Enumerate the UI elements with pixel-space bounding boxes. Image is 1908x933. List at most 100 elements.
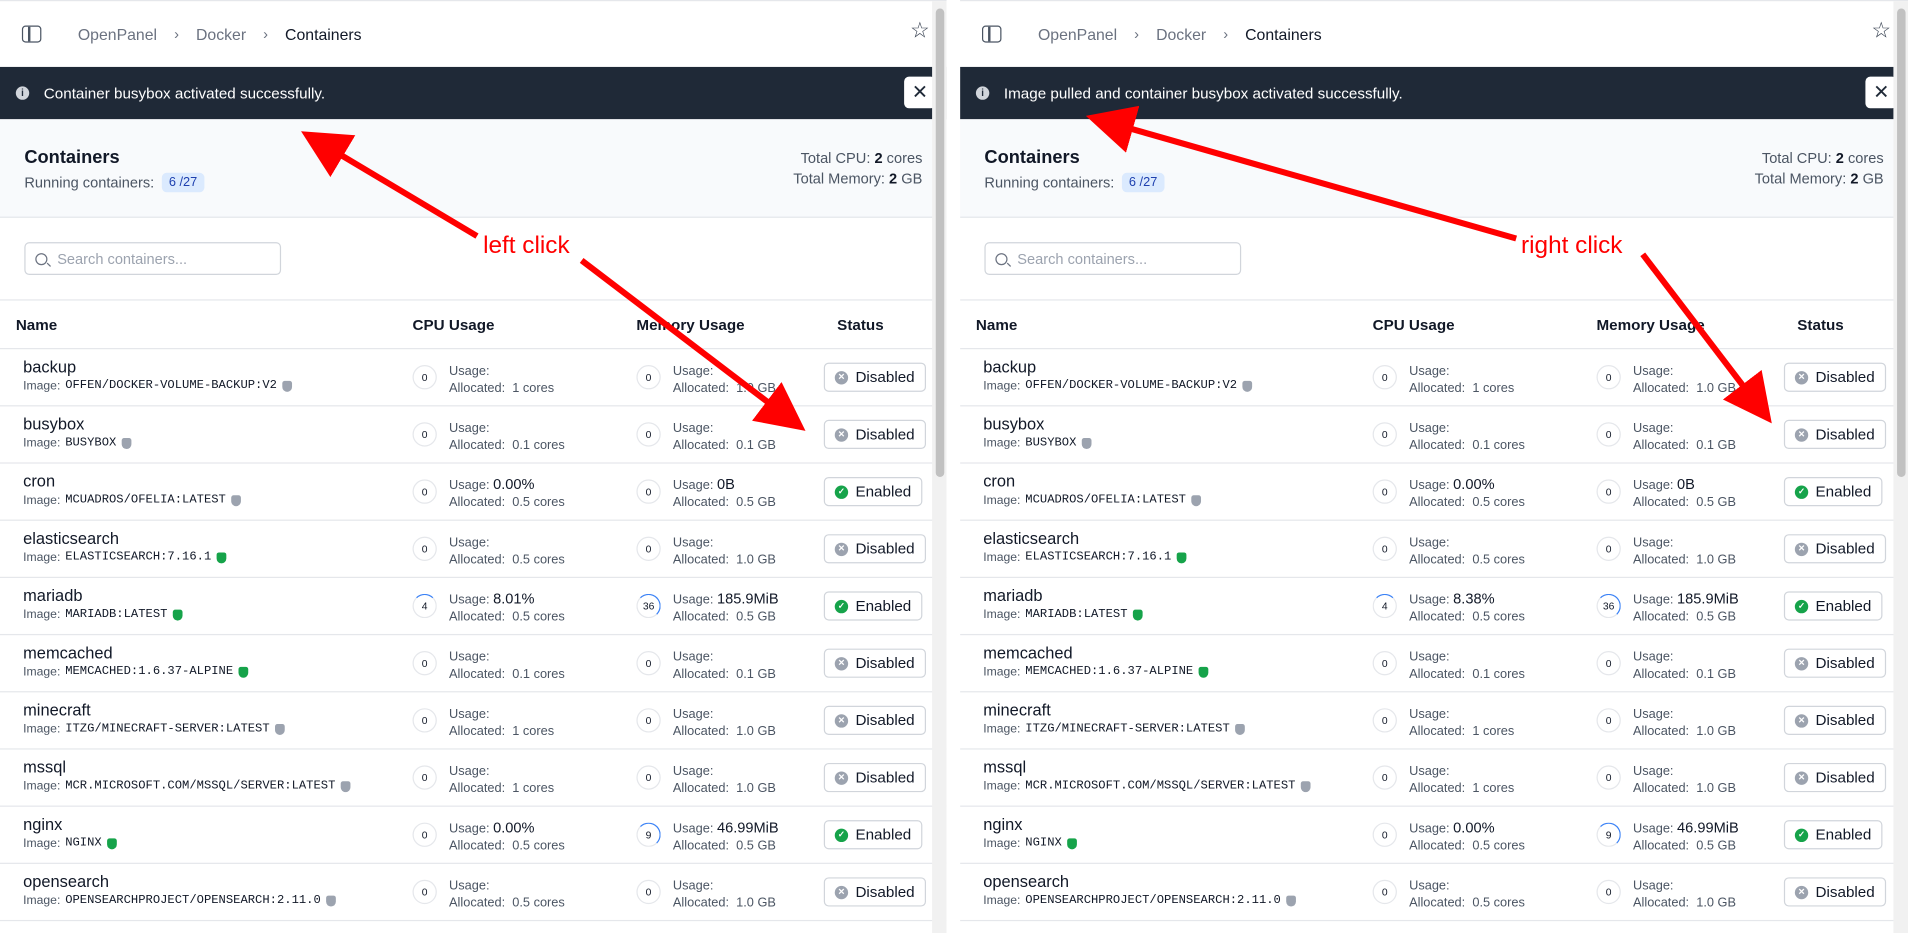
status-toggle-button[interactable]: ✕ Disabled [1783,534,1886,564]
column-status[interactable]: Status [837,316,883,333]
table-row[interactable]: mariadb Image: MARIADB:LATEST 4 Usage: 8… [0,578,947,636]
column-status[interactable]: Status [1797,316,1843,333]
search-box[interactable] [24,242,282,276]
column-name[interactable]: Name [16,316,57,333]
container-name[interactable]: busybox [983,415,1091,433]
search-input[interactable] [57,250,265,268]
status-toggle-button[interactable]: ✓ Enabled [1783,477,1883,507]
column-name[interactable]: Name [976,316,1017,333]
status-toggle-button[interactable]: ✕ Disabled [1783,419,1886,450]
table-row[interactable]: mssql Image: MCR.MICROSOFT.COM/MSSQL/SER… [0,750,947,807]
container-name[interactable]: minecraft [983,701,1244,719]
container-name[interactable]: backup [983,358,1251,376]
table-row[interactable]: elasticsearch Image: ELASTICSEARCH:7.16.… [960,521,1908,578]
table-row[interactable]: nginx Image: NGINX 0 Usage: 0.00% Alloca… [960,807,1908,864]
table-row[interactable]: backup Image: OFFEN/DOCKER-VOLUME-BACKUP… [0,349,947,407]
container-name[interactable]: elasticsearch [23,529,226,547]
table-row[interactable]: busybox Image: BUSYBOX 0 Usage: Allocate… [960,406,1908,464]
resource-totals: Total CPU: 2 cores Total Memory: 2 GB [1755,148,1884,189]
container-name[interactable]: mariadb [23,587,182,605]
memory-usage-value: 0B [716,475,735,493]
status-toggle-button[interactable]: ✓ Enabled [1783,591,1883,621]
scrollbar[interactable] [1893,1,1908,933]
usage-label: Usage: [672,478,714,493]
table-row[interactable]: backup Image: OFFEN/DOCKER-VOLUME-BACKUP… [960,349,1908,407]
breadcrumb-docker[interactable]: Docker [196,25,246,43]
container-name[interactable]: mariadb [983,587,1142,605]
table-row[interactable]: nginx Image: NGINX 0 Usage: 0.00% Alloca… [0,807,947,864]
name-cell: memcached Image: MEMCACHED:1.6.37-ALPINE [983,644,1208,679]
status-toggle-button[interactable]: ✓ Enabled [823,477,923,507]
status-toggle-button[interactable]: ✕ Disabled [823,762,926,793]
column-memory-usage[interactable]: Memory Usage [1596,316,1704,333]
column-memory-usage[interactable]: Memory Usage [636,316,744,333]
container-name[interactable]: nginx [983,815,1076,833]
memory-metrics: Usage: Allocated: 1.0 GB [1633,876,1736,911]
container-name[interactable]: opensearch [23,872,335,890]
shield-check-icon [1241,380,1252,392]
table-row[interactable]: cron Image: MCUADROS/OFELIA:LATEST 0 Usa… [0,464,947,521]
search-input[interactable] [1017,250,1225,268]
status-toggle-button[interactable]: ✓ Enabled [1783,820,1883,850]
container-name[interactable]: nginx [23,815,116,833]
status-toggle-button[interactable]: ✕ Disabled [1783,877,1886,907]
table-row[interactable]: mssql Image: MCR.MICROSOFT.COM/MSSQL/SER… [960,750,1908,807]
table-row[interactable]: minecraft Image: ITZG/MINECRAFT-SERVER:L… [0,692,947,750]
star-icon[interactable]: ☆ [1871,18,1891,44]
table-row[interactable]: opensearch Image: OPENSEARCHPROJECT/OPEN… [960,864,1908,922]
container-name[interactable]: mssql [983,758,1310,776]
status-toggle-button[interactable]: ✕ Disabled [823,362,926,392]
container-name[interactable]: busybox [23,415,131,433]
star-icon[interactable]: ☆ [910,18,930,44]
running-containers: Running containers: 6 /27 [984,172,1883,193]
table-row[interactable]: cron Image: MCUADROS/OFELIA:LATEST 0 Usa… [960,464,1908,521]
table-row[interactable]: mariadb Image: MARIADB:LATEST 4 Usage: 8… [960,578,1908,636]
status-toggle-button[interactable]: ✕ Disabled [823,648,926,678]
status-toggle-button[interactable]: ✕ Disabled [823,419,926,450]
status-toggle-button[interactable]: ✕ Disabled [1783,648,1886,678]
status-toggle-button[interactable]: ✕ Disabled [1783,362,1886,392]
breadcrumb-docker[interactable]: Docker [1156,25,1206,43]
sidebar-toggle-icon[interactable] [21,25,42,43]
status-toggle-button[interactable]: ✓ Enabled [823,591,923,621]
status-toggle-button[interactable]: ✕ Disabled [823,705,926,735]
status-toggle-button[interactable]: ✕ Disabled [823,877,926,907]
status-toggle-button[interactable]: ✕ Disabled [823,534,926,564]
close-icon[interactable]: ✕ [904,76,936,109]
table-row[interactable]: minecraft Image: ITZG/MINECRAFT-SERVER:L… [960,692,1908,750]
memory-allocated-value: 0.1 GB [1696,666,1737,682]
memory-metrics: Usage: 46.99MiB Allocated: 0.5 GB [1633,819,1739,854]
close-icon[interactable]: ✕ [1865,76,1898,109]
breadcrumb-openpanel[interactable]: OpenPanel [1038,25,1117,43]
scrollbar-thumb[interactable] [935,8,945,478]
cpu-gauge: 0 [412,822,437,847]
search-section [960,218,1908,301]
container-name[interactable]: elasticsearch [983,529,1186,547]
container-name[interactable]: opensearch [983,872,1295,890]
table-row[interactable]: busybox Image: BUSYBOX 0 Usage: Allocate… [0,406,947,464]
column-cpu-usage[interactable]: CPU Usage [1373,316,1455,333]
table-row[interactable]: opensearch Image: OPENSEARCHPROJECT/OPEN… [0,864,947,922]
table-row[interactable]: memcached Image: MEMCACHED:1.6.37-ALPINE… [960,635,1908,693]
container-name[interactable]: memcached [23,644,248,662]
scrollbar[interactable] [932,1,947,933]
search-box[interactable] [984,242,1242,276]
container-name[interactable]: cron [23,472,240,490]
scrollbar-thumb[interactable] [1897,8,1906,478]
shield-check-icon [216,552,226,564]
column-cpu-usage[interactable]: CPU Usage [413,316,495,333]
container-name[interactable]: cron [983,472,1200,490]
table-row[interactable]: elasticsearch Image: ELASTICSEARCH:7.16.… [0,521,947,578]
sidebar-toggle-icon[interactable] [981,25,1002,43]
container-name[interactable]: backup [23,358,291,376]
status-toggle-button[interactable]: ✕ Disabled [1783,762,1886,793]
container-name[interactable]: memcached [983,644,1208,662]
table-row[interactable]: memcached Image: MEMCACHED:1.6.37-ALPINE… [0,635,947,693]
container-name[interactable]: minecraft [23,701,284,719]
status-toggle-button[interactable]: ✕ Disabled [1783,705,1886,735]
memory-metrics: Usage: Allocated: 1.0 GB [673,762,776,797]
breadcrumb-openpanel[interactable]: OpenPanel [78,25,157,43]
usage-label: Usage: [1632,363,1674,379]
container-name[interactable]: mssql [23,758,350,776]
status-toggle-button[interactable]: ✓ Enabled [823,820,923,850]
